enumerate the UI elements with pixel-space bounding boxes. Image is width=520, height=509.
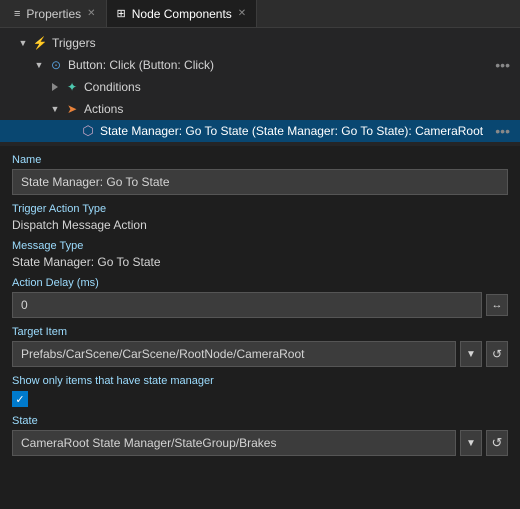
target-item-dropdown-arrow[interactable]: ▼ <box>460 341 482 367</box>
node-components-tab-icon: ⊞ <box>117 7 126 20</box>
properties-tab-icon: ≡ <box>14 8 20 20</box>
actions-arrow <box>48 102 62 116</box>
conditions-arrow <box>48 80 62 94</box>
target-item-group: Target Item Prefabs/CarScene/CarScene/Ro… <box>12 326 508 367</box>
show-only-checkbox-row: ✓ <box>12 391 508 407</box>
tab-node-components-label: Node Components <box>132 7 232 21</box>
target-item-select[interactable]: Prefabs/CarScene/CarScene/RootNode/Camer… <box>12 341 456 367</box>
action-delay-input[interactable] <box>12 292 482 318</box>
show-only-checkbox[interactable]: ✓ <box>12 391 28 407</box>
name-group: Name <box>12 154 508 195</box>
refresh-icon: ↺ <box>492 347 502 361</box>
tree-section: ⚡ Triggers ⊙ Button: Click (Button: Clic… <box>0 28 520 146</box>
triggers-row[interactable]: ⚡ Triggers <box>0 32 520 54</box>
button-click-menu[interactable]: ••• <box>491 57 514 73</box>
tab-node-components-close[interactable]: ✕ <box>238 8 246 19</box>
main-content: ⚡ Triggers ⊙ Button: Click (Button: Clic… <box>0 28 520 509</box>
dropdown-arrow-icon: ▼ <box>466 349 476 360</box>
target-item-label: Target Item <box>12 326 508 338</box>
trigger-action-type-value: Dispatch Message Action <box>12 218 508 232</box>
triggers-label: Triggers <box>52 36 514 50</box>
state-manager-row[interactable]: ⬡ State Manager: Go To State (State Mana… <box>0 120 520 142</box>
target-item-refresh-btn[interactable]: ↺ <box>486 341 508 367</box>
triggers-arrow <box>16 36 30 50</box>
conditions-icon: ✦ <box>64 79 80 95</box>
actions-label: Actions <box>84 102 514 116</box>
triggers-icon: ⚡ <box>32 35 48 51</box>
state-manager-label: State Manager: Go To State (State Manage… <box>100 124 491 138</box>
state-icon: ↺ <box>492 435 503 451</box>
expand-arrows-icon: ↔ <box>492 299 503 311</box>
button-click-row[interactable]: ⊙ Button: Click (Button: Click) ••• <box>0 54 520 76</box>
target-item-row: Prefabs/CarScene/CarScene/RootNode/Camer… <box>12 341 508 367</box>
show-only-group: Show only items that have state manager … <box>12 375 508 407</box>
state-label: State <box>12 415 508 427</box>
button-click-label: Button: Click (Button: Click) <box>68 58 491 72</box>
state-group: State CameraRoot State Manager/StateGrou… <box>12 415 508 456</box>
state-manager-icon: ⬡ <box>80 123 96 139</box>
state-manager-arrow <box>64 124 78 138</box>
message-type-group: Message Type State Manager: Go To State <box>12 240 508 269</box>
action-delay-group: Action Delay (ms) ↔ <box>12 277 508 318</box>
actions-icon: ➤ <box>64 101 80 117</box>
state-manager-menu[interactable]: ••• <box>491 123 514 139</box>
show-only-label: Show only items that have state manager <box>12 375 508 387</box>
state-select[interactable]: CameraRoot State Manager/StateGroup/Brak… <box>12 430 456 456</box>
name-label: Name <box>12 154 508 166</box>
trigger-action-type-label: Trigger Action Type <box>12 203 508 215</box>
action-delay-expand-btn[interactable]: ↔ <box>486 294 508 316</box>
button-click-arrow <box>32 58 46 72</box>
state-dropdown-arrow-icon: ▼ <box>466 438 476 449</box>
conditions-row[interactable]: ✦ Conditions <box>0 76 520 98</box>
state-dropdown-arrow[interactable]: ▼ <box>460 430 482 456</box>
state-row: CameraRoot State Manager/StateGroup/Brak… <box>12 430 508 456</box>
button-click-icon: ⊙ <box>48 57 64 73</box>
tab-properties[interactable]: ≡ Properties ✕ <box>4 0 107 27</box>
action-delay-row: ↔ <box>12 292 508 318</box>
tab-bar: ≡ Properties ✕ ⊞ Node Components ✕ <box>0 0 520 28</box>
name-input[interactable] <box>12 169 508 195</box>
conditions-label: Conditions <box>84 80 514 94</box>
actions-row[interactable]: ➤ Actions <box>0 98 520 120</box>
message-type-value: State Manager: Go To State <box>12 255 508 269</box>
message-type-label: Message Type <box>12 240 508 252</box>
properties-panel: Name Trigger Action Type Dispatch Messag… <box>0 146 520 509</box>
checkmark-icon: ✓ <box>15 393 24 406</box>
trigger-action-type-group: Trigger Action Type Dispatch Message Act… <box>12 203 508 232</box>
state-icon-btn[interactable]: ↺ <box>486 430 508 456</box>
tab-properties-label: Properties <box>26 7 81 21</box>
action-delay-label: Action Delay (ms) <box>12 277 508 289</box>
tab-node-components[interactable]: ⊞ Node Components ✕ <box>107 0 258 27</box>
tab-properties-close[interactable]: ✕ <box>87 8 95 19</box>
